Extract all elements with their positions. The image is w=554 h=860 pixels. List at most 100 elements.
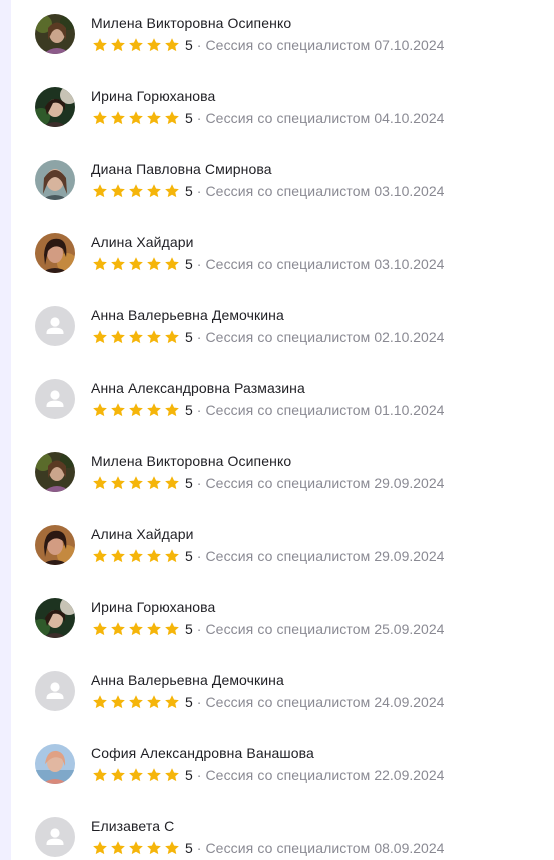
star-icon: [146, 37, 162, 53]
avatar: [35, 87, 75, 127]
star-icon: [164, 840, 180, 856]
star-icon: [110, 402, 126, 418]
star-icon: [128, 329, 144, 345]
star-icon: [146, 840, 162, 856]
star-icon: [164, 329, 180, 345]
session-date: 24.09.2024: [374, 694, 445, 710]
star-icon: [164, 402, 180, 418]
review-meta: 5 · Сессия со специалистом 25.09.2024: [92, 620, 444, 638]
rating-value: 5: [185, 110, 193, 126]
session-label: Сессия со специалистом: [205, 548, 371, 564]
rating-stars: [92, 110, 180, 126]
star-icon: [146, 694, 162, 710]
session-date: 25.09.2024: [374, 621, 445, 637]
review-meta: 5 · Сессия со специалистом 02.10.2024: [92, 328, 444, 346]
rating-stars: [92, 840, 180, 856]
star-icon: [92, 37, 108, 53]
rating-value: 5: [185, 840, 193, 856]
rating-stars: [92, 694, 180, 710]
rating-value: 5: [185, 621, 193, 637]
star-icon: [92, 110, 108, 126]
separator-dot: ·: [196, 840, 202, 856]
star-icon: [128, 256, 144, 272]
session-date: 22.09.2024: [374, 767, 445, 783]
star-icon: [92, 621, 108, 637]
session-date: 07.10.2024: [374, 37, 445, 53]
star-icon: [92, 256, 108, 272]
star-icon: [164, 767, 180, 783]
review-item: Ирина Горюханова 5 · Сессия со специалистом…: [0, 73, 554, 146]
avatar-placeholder-icon: [35, 817, 75, 857]
separator-dot: ·: [196, 256, 202, 272]
session-date: 08.09.2024: [374, 840, 445, 856]
star-icon: [164, 37, 180, 53]
rating-stars: [92, 621, 180, 637]
star-icon: [110, 548, 126, 564]
star-icon: [164, 694, 180, 710]
session-date: 03.10.2024: [374, 256, 445, 272]
session-label: Сессия со специалистом: [205, 256, 371, 272]
review-meta: 5 · Сессия со специалистом 29.09.2024: [92, 474, 444, 492]
rating-stars: [92, 767, 180, 783]
star-icon: [110, 767, 126, 783]
reviewer-name: Алина Хайдари: [91, 526, 194, 542]
star-icon: [110, 183, 126, 199]
star-icon: [146, 548, 162, 564]
session-label: Сессия со специалистом: [205, 767, 371, 783]
separator-dot: ·: [196, 110, 202, 126]
separator-dot: ·: [196, 475, 202, 491]
star-icon: [146, 402, 162, 418]
rating-value: 5: [185, 475, 193, 491]
session-label: Сессия со специалистом: [205, 110, 371, 126]
review-item: Анна Валерьевна Демочкина 5 · Сессия со спе…: [0, 657, 554, 730]
review-item: Анна Александровна Размазина 5 · Сессия со …: [0, 365, 554, 438]
star-icon: [146, 621, 162, 637]
avatar: [35, 744, 75, 784]
star-icon: [110, 621, 126, 637]
star-icon: [164, 475, 180, 491]
star-icon: [92, 475, 108, 491]
avatar: [35, 525, 75, 565]
separator-dot: ·: [196, 548, 202, 564]
star-icon: [92, 694, 108, 710]
rating-value: 5: [185, 37, 193, 53]
rating-stars: [92, 402, 180, 418]
star-icon: [164, 183, 180, 199]
session-label: Сессия со специалистом: [205, 621, 371, 637]
star-icon: [110, 110, 126, 126]
separator-dot: ·: [196, 37, 202, 53]
review-meta: 5 · Сессия со специалистом 29.09.2024: [92, 547, 444, 565]
session-date: 02.10.2024: [374, 329, 445, 345]
session-label: Сессия со специалистом: [205, 475, 371, 491]
separator-dot: ·: [196, 402, 202, 418]
review-item: Милена Викторовна Осипенко 5 · Сессия со сп…: [0, 0, 554, 73]
star-icon: [164, 621, 180, 637]
session-label: Сессия со специалистом: [205, 694, 371, 710]
star-icon: [146, 110, 162, 126]
rating-stars: [92, 256, 180, 272]
rating-value: 5: [185, 329, 193, 345]
star-icon: [146, 183, 162, 199]
reviewer-name: Ирина Горюханова: [91, 88, 216, 104]
star-icon: [92, 840, 108, 856]
avatar-placeholder-icon: [35, 379, 75, 419]
star-icon: [146, 475, 162, 491]
session-label: Сессия со специалистом: [205, 329, 371, 345]
review-meta: 5 · Сессия со специалистом 04.10.2024: [92, 109, 444, 127]
star-icon: [128, 183, 144, 199]
star-icon: [146, 329, 162, 345]
star-icon: [128, 37, 144, 53]
review-meta: 5 · Сессия со специалистом 07.10.2024: [92, 36, 444, 54]
session-date: 01.10.2024: [374, 402, 445, 418]
avatar: [35, 233, 75, 273]
star-icon: [110, 37, 126, 53]
reviews-page: Милена Викторовна Осипенко 5 · Сессия со сп…: [0, 0, 554, 860]
avatar: [35, 598, 75, 638]
reviewer-name: Анна Александровна Размазина: [91, 380, 305, 396]
star-icon: [128, 402, 144, 418]
review-item: Елизавета С 5 · Сессия со специалистом 08.09…: [0, 803, 554, 860]
star-icon: [164, 256, 180, 272]
rating-value: 5: [185, 256, 193, 272]
rating-value: 5: [185, 694, 193, 710]
rating-value: 5: [185, 402, 193, 418]
